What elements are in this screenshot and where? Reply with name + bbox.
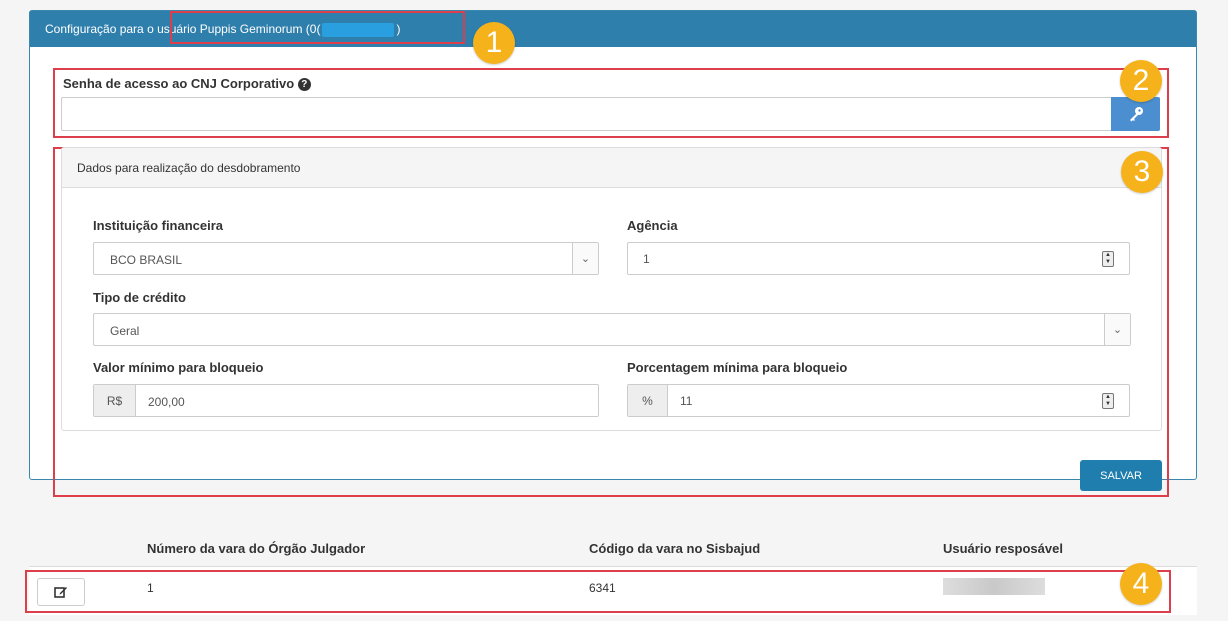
credit-type-value: Geral [110, 324, 140, 338]
badge-1: 1 [473, 22, 515, 64]
edit-button[interactable] [37, 578, 85, 606]
key-icon [1129, 107, 1143, 122]
chevron-down-icon: ⌄ [572, 243, 598, 274]
credit-type-label: Tipo de crédito [93, 290, 186, 305]
agency-input[interactable]: 1 ▲ ▼ [627, 242, 1130, 275]
row-codigo: 6341 [589, 581, 616, 595]
min-percent-label: Porcentagem mínima para bloqueio [627, 360, 848, 375]
min-value-value: 200,00 [148, 395, 185, 409]
password-input[interactable] [61, 97, 1112, 131]
chevron-down-icon: ⌄ [1104, 314, 1130, 345]
split-panel-title: Dados para realização do desdobramento [77, 161, 301, 175]
badge-2: 2 [1120, 60, 1162, 102]
institution-value: BCO BRASIL [110, 253, 183, 267]
agency-stepper[interactable]: ▲ ▼ [1102, 250, 1114, 267]
institution-label: Instituição financeira [93, 218, 224, 233]
min-percent-value: 11 [680, 393, 693, 408]
col-header-codigo: Código da vara no Sisbajud [589, 541, 761, 556]
highlight-box-1 [170, 11, 465, 44]
percent-addon: % [628, 385, 668, 416]
col-header-vara: Número da vara do Órgão Julgador [147, 541, 366, 556]
key-button[interactable] [1111, 97, 1160, 131]
badge-4: 4 [1120, 563, 1162, 605]
redacted-user [943, 578, 1045, 595]
col-header-usuario: Usuário resposável [943, 541, 1063, 556]
percent-stepper[interactable]: ▲ ▼ [1102, 392, 1114, 409]
min-percent-input[interactable]: % 11 ▲ ▼ [627, 384, 1130, 417]
row-vara: 1 [147, 581, 154, 595]
save-button[interactable]: SALVAR [1080, 460, 1162, 491]
help-icon[interactable]: ? [297, 78, 311, 92]
credit-type-select[interactable]: Geral ⌄ [93, 313, 1131, 346]
agency-label: Agência [627, 218, 678, 233]
min-value-label: Valor mínimo para bloqueio [93, 360, 264, 375]
password-label: Senha de acesso ao CNJ Corporativo ? [63, 76, 311, 92]
institution-select[interactable]: BCO BRASIL ⌄ [93, 242, 599, 275]
edit-icon [54, 587, 67, 598]
currency-addon: R$ [94, 385, 136, 416]
min-value-input[interactable]: R$ 200,00 [93, 384, 599, 417]
badge-3: 3 [1121, 151, 1163, 193]
